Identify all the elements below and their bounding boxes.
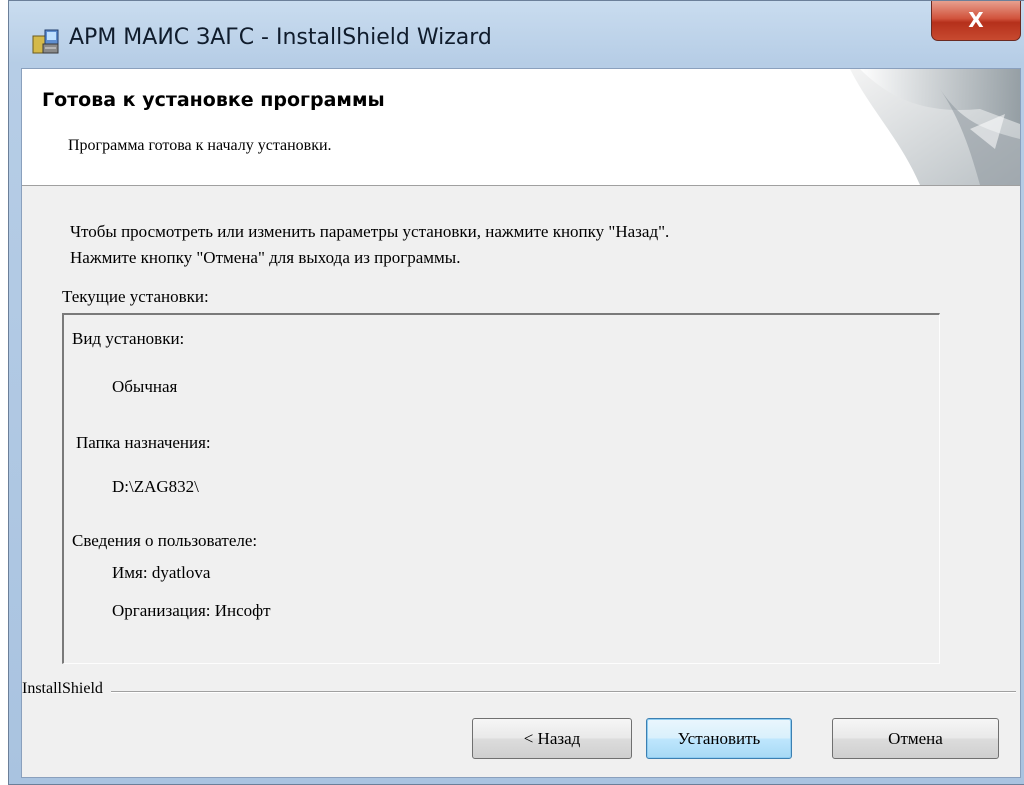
installshield-brand: InstallShield [22, 680, 111, 698]
back-button[interactable]: < Назад [472, 718, 632, 759]
install-button[interactable]: Установить [646, 718, 792, 759]
page-subtitle: Программа готова к началу установки. [68, 137, 332, 154]
user-name-value: Имя: dyatlova [112, 563, 211, 582]
page-title: Готова к установке программы [42, 89, 385, 111]
banner-graphic-icon [850, 69, 1020, 185]
setup-type-label: Вид установки: [72, 329, 185, 348]
current-settings-box[interactable]: Вид установки: Обычная Папка назначения:… [62, 313, 940, 664]
destination-value: D:\ZAG832\ [112, 477, 199, 496]
instruction-line-1: Чтобы просмотреть или изменить параметры… [70, 222, 670, 241]
current-settings-label: Текущие установки: [62, 287, 209, 306]
wizard-panel: Готова к установке программы Программа г… [21, 68, 1021, 778]
organization-value: Организация: Инсофт [112, 601, 271, 620]
instruction-line-2: Нажмите кнопку "Отмена" для выхода из пр… [70, 248, 461, 267]
footer-divider [28, 691, 1016, 693]
title-bar[interactable]: АРМ МАИС ЗАГС - InstallShield Wizard X [9, 1, 1024, 77]
user-info-label: Сведения о пользователе: [72, 531, 258, 550]
close-icon: X [968, 8, 984, 32]
window-title: АРМ МАИС ЗАГС - InstallShield Wizard [69, 25, 492, 50]
instructions-text: Чтобы просмотреть или изменить параметры… [70, 219, 669, 271]
wizard-header: Готова к установке программы Программа г… [22, 69, 1020, 186]
installer-window: АРМ МАИС ЗАГС - InstallShield Wizard X Г… [8, 0, 1024, 785]
destination-label: Папка назначения: [76, 433, 211, 452]
cancel-button[interactable]: Отмена [832, 718, 999, 759]
setup-type-value: Обычная [112, 377, 178, 396]
installer-app-icon [32, 29, 59, 54]
close-button[interactable]: X [931, 1, 1021, 41]
